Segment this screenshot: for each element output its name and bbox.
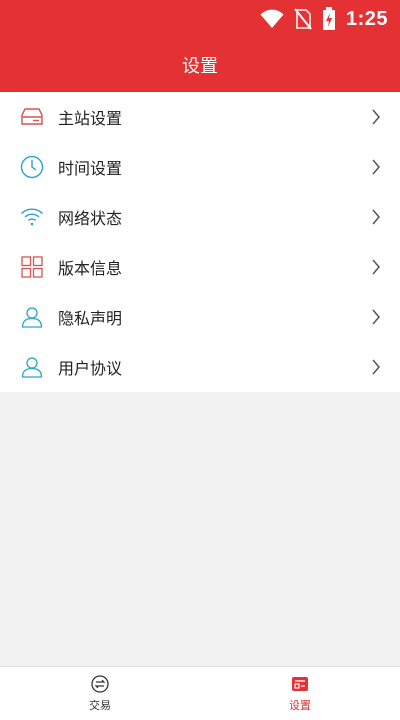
menu-item-network-status[interactable]: 网络状态	[0, 192, 400, 242]
chevron-right-icon	[370, 358, 382, 376]
menu-item-privacy-statement[interactable]: 隐私声明	[0, 292, 400, 342]
chevron-right-icon	[370, 158, 382, 176]
page-title-bar: 设置	[0, 38, 400, 92]
settings-card-icon	[290, 674, 310, 694]
nav-label: 交易	[89, 699, 111, 712]
user-icon	[20, 355, 44, 379]
menu-item-version-info[interactable]: 版本信息	[0, 242, 400, 292]
grid-icon	[20, 255, 44, 279]
status-bar: 1:25	[0, 0, 400, 38]
exchange-icon	[90, 674, 110, 694]
menu-item-label: 版本信息	[58, 259, 123, 278]
menu-item-label: 用户协议	[58, 359, 123, 378]
menu-item-label: 网络状态	[58, 209, 123, 228]
wifi-icon	[260, 9, 284, 29]
chevron-right-icon	[370, 208, 382, 226]
user-icon	[20, 305, 44, 329]
menu-item-user-agreement[interactable]: 用户协议	[0, 342, 400, 392]
wifi-icon	[20, 205, 44, 229]
chevron-right-icon	[370, 108, 382, 126]
menu-item-label: 时间设置	[58, 159, 123, 178]
settings-menu: 主站设置 时间设置 网络状态 版本信息 隐私声明 用户协议	[0, 92, 400, 392]
clock-icon	[20, 155, 44, 179]
bottom-nav: 交易 设置	[0, 666, 400, 720]
battery-charging-icon	[322, 7, 336, 31]
menu-item-label: 隐私声明	[58, 309, 123, 328]
server-icon	[20, 105, 44, 129]
no-sim-icon	[294, 8, 312, 30]
page-title: 设置	[182, 56, 218, 77]
nav-tab-trade[interactable]: 交易	[0, 667, 200, 720]
chevron-right-icon	[370, 308, 382, 326]
nav-tab-settings[interactable]: 设置	[200, 667, 400, 720]
menu-item-time-settings[interactable]: 时间设置	[0, 142, 400, 192]
chevron-right-icon	[370, 258, 382, 276]
menu-item-label: 主站设置	[58, 109, 123, 128]
nav-label: 设置	[289, 699, 311, 712]
menu-item-server-settings[interactable]: 主站设置	[0, 92, 400, 142]
status-time: 1:25	[345, 7, 388, 30]
